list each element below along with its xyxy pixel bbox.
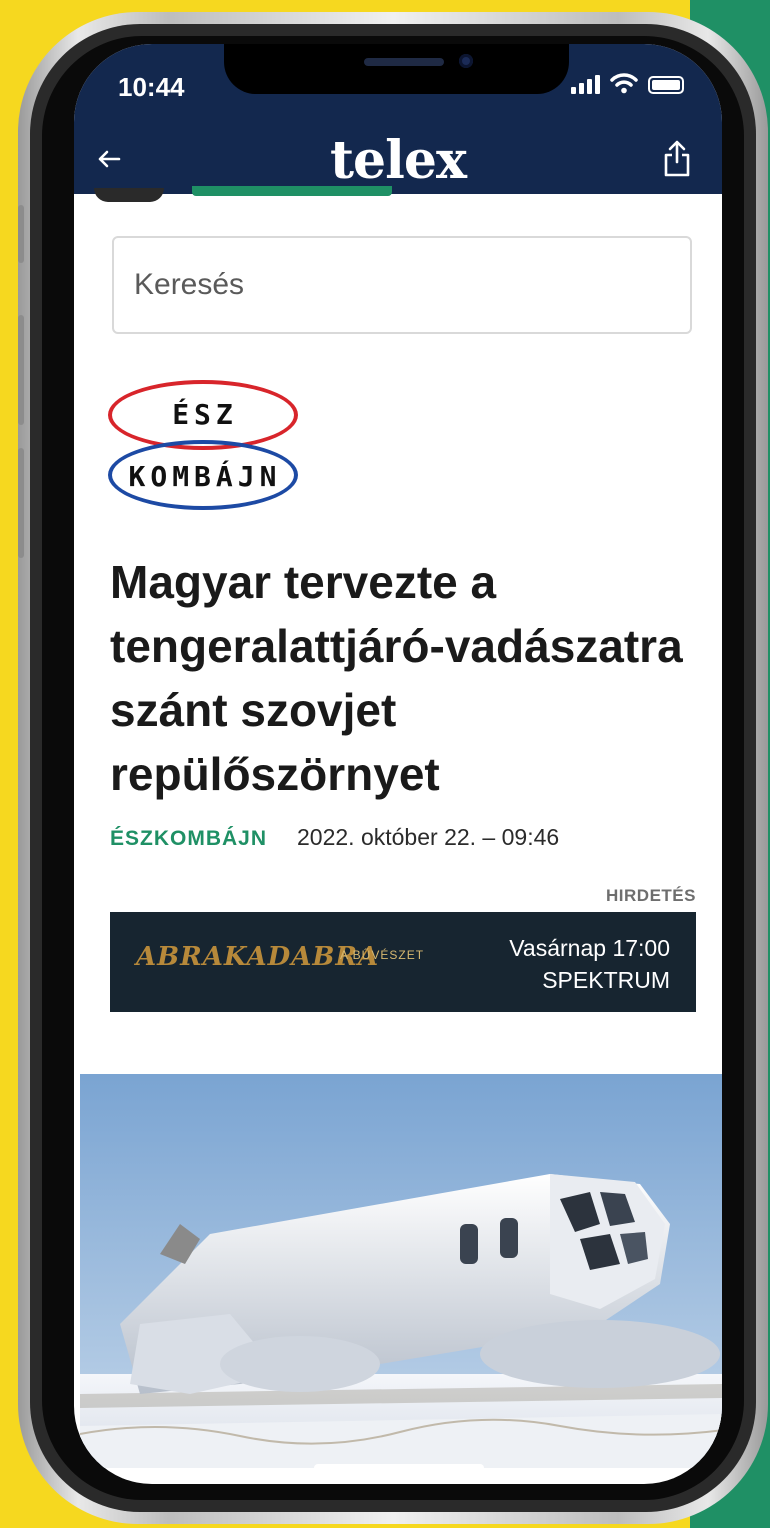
author-avatar-partial [94,188,164,202]
site-logo[interactable]: telex [74,130,722,191]
phone-screen: 10:44 telex Keresés ÉSZ KOMBÁJN Magyar t… [74,44,722,1484]
speaker-grille [364,58,444,66]
search-input[interactable] [114,238,690,332]
column-logo-line2: KOMBÁJN [128,460,282,493]
column-tag-link[interactable]: ÉSZKOMBÁJN [110,827,267,851]
share-icon[interactable] [662,138,692,178]
article-title: Magyar tervezte a tengeralattjáró-vadász… [110,556,683,800]
ad-schedule: Vasárnap 17:00 [509,935,670,961]
front-camera [459,54,473,68]
publish-date: 2022. október 22. – 09:46 [297,824,560,850]
status-time: 10:44 [118,72,185,102]
column-logo-line1: ÉSZ [172,398,238,431]
volume-up-button [18,315,24,425]
article-hero-image[interactable] [80,1074,722,1468]
volume-down-button [18,448,24,558]
signal-icon [571,74,600,94]
notch [224,44,569,94]
mute-switch [18,205,24,263]
abandoned-aircraft-image [80,1074,722,1468]
ad-banner[interactable]: ABRAKADABRA A BŰVÉSZET Vasárnap 17:00 SP… [110,912,696,1012]
author-name-partial [192,186,392,196]
battery-icon [648,76,684,94]
home-indicator [314,1464,484,1472]
ad-venue: SPEKTRUM [542,967,670,993]
ad-label: HIRDETÉS [606,886,696,905]
status-icons [571,72,684,94]
column-logo[interactable]: ÉSZ KOMBÁJN [108,380,308,520]
ad-subtitle: A BŰVÉSZET [340,948,425,962]
app-header: 10:44 telex [74,44,722,194]
search-field[interactable] [112,236,692,334]
wifi-icon [610,73,638,94]
ad-details: Vasárnap 17:00 SPEKTRUM [509,932,670,996]
article-meta: ÉSZKOMBÁJN 2022. október 22. – 09:46 [110,824,700,851]
article-content: ÉSZ KOMBÁJN Magyar tervezte a tengeralat… [74,186,722,1484]
